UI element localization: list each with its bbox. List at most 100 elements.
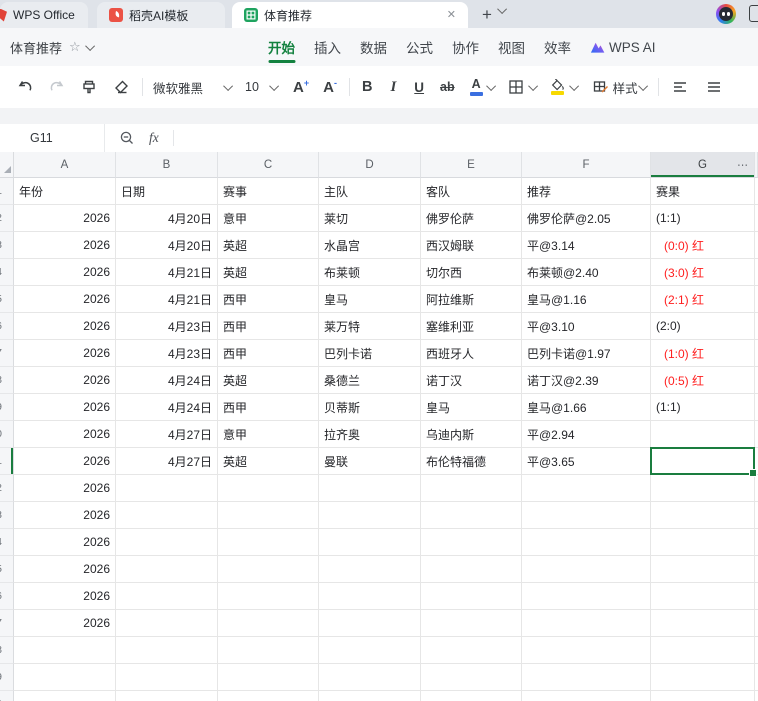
- cell-G3[interactable]: (0:0) 红: [651, 232, 755, 259]
- font-color-chevron-down-icon[interactable]: [485, 80, 496, 91]
- cell-D11[interactable]: 曼联: [319, 448, 421, 475]
- cell-G17[interactable]: [651, 610, 755, 637]
- fill-color-chevron-down-icon[interactable]: [568, 80, 579, 91]
- user-avatar[interactable]: [716, 4, 736, 24]
- cell-A10[interactable]: 2026: [14, 421, 116, 448]
- cell-G19[interactable]: [651, 664, 755, 691]
- menu-data[interactable]: 数据: [360, 28, 387, 66]
- cell-A13[interactable]: 2026: [14, 502, 116, 529]
- cell-name-box[interactable]: G11: [0, 124, 105, 152]
- row-header-12[interactable]: 12: [0, 475, 14, 502]
- strikethrough-button[interactable]: ab: [440, 80, 455, 94]
- cell-B9[interactable]: 4月24日: [116, 394, 218, 421]
- cell-A16[interactable]: 2026: [14, 583, 116, 610]
- cell-F12[interactable]: [522, 475, 651, 502]
- cell-G4[interactable]: (3:0) 红: [651, 259, 755, 286]
- cell-A12[interactable]: 2026: [14, 475, 116, 502]
- cell-E14[interactable]: [421, 529, 522, 556]
- cell-B10[interactable]: 4月27日: [116, 421, 218, 448]
- row-header-6[interactable]: 6: [0, 313, 14, 340]
- cell-G12[interactable]: [651, 475, 755, 502]
- column-header-F[interactable]: F: [522, 152, 651, 178]
- menu-wps-ai[interactable]: WPS AI: [590, 28, 656, 66]
- cell-A5[interactable]: 2026: [14, 286, 116, 313]
- font-color-button[interactable]: A: [469, 78, 483, 96]
- cell-B1[interactable]: 日期: [116, 178, 218, 205]
- cell-E5[interactable]: 阿拉维斯: [421, 286, 522, 313]
- search-icon[interactable]: [119, 130, 135, 146]
- row-header-19[interactable]: 19: [0, 664, 14, 691]
- cell-G13[interactable]: [651, 502, 755, 529]
- cell-A14[interactable]: 2026: [14, 529, 116, 556]
- cell-C14[interactable]: [218, 529, 319, 556]
- font-size-select[interactable]: 10: [245, 80, 280, 94]
- close-tab-icon[interactable]: ✕: [447, 9, 456, 21]
- cell-F4[interactable]: 布莱顿@2.40: [522, 259, 651, 286]
- cell-G20[interactable]: [651, 691, 755, 701]
- column-header-G[interactable]: G ⋯: [651, 152, 755, 178]
- menu-view[interactable]: 视图: [498, 28, 525, 66]
- cell-D20[interactable]: [319, 691, 421, 701]
- cell-F8[interactable]: 诺丁汉@2.39: [522, 367, 651, 394]
- cell-E12[interactable]: [421, 475, 522, 502]
- cell-B20[interactable]: [116, 691, 218, 701]
- cell-A6[interactable]: 2026: [14, 313, 116, 340]
- tab-list-chevron-down-icon[interactable]: [497, 1, 507, 19]
- tab-sports-sheet[interactable]: 体育推荐 ✕: [232, 2, 468, 28]
- cell-B6[interactable]: 4月23日: [116, 313, 218, 340]
- align-top-button[interactable]: [671, 78, 689, 96]
- cell-B8[interactable]: 4月24日: [116, 367, 218, 394]
- cell-B12[interactable]: [116, 475, 218, 502]
- cell-B5[interactable]: 4月21日: [116, 286, 218, 313]
- column-header-B[interactable]: B: [116, 152, 218, 178]
- column-header-E[interactable]: E: [421, 152, 522, 178]
- cell-D4[interactable]: 布莱顿: [319, 259, 421, 286]
- cell-C6[interactable]: 西甲: [218, 313, 319, 340]
- window-control-icon[interactable]: [749, 5, 758, 22]
- cell-C4[interactable]: 英超: [218, 259, 319, 286]
- cell-F7[interactable]: 巴列卡诺@1.97: [522, 340, 651, 367]
- bold-button[interactable]: B: [362, 79, 372, 95]
- cell-B2[interactable]: 4月20日: [116, 205, 218, 232]
- cell-E2[interactable]: 佛罗伦萨: [421, 205, 522, 232]
- menu-home[interactable]: 开始: [268, 28, 295, 66]
- cell-G5[interactable]: (2:1) 红: [651, 286, 755, 313]
- cell-G8[interactable]: (0:5) 红: [651, 367, 755, 394]
- cell-C13[interactable]: [218, 502, 319, 529]
- cell-A11[interactable]: 2026: [14, 448, 116, 475]
- row-header-15[interactable]: 15: [0, 556, 14, 583]
- file-menu-chevron-down-icon[interactable]: [84, 40, 95, 51]
- cell-D10[interactable]: 拉齐奥: [319, 421, 421, 448]
- row-header-18[interactable]: 18: [0, 637, 14, 664]
- cell-B19[interactable]: [116, 664, 218, 691]
- cell-D7[interactable]: 巴列卡诺: [319, 340, 421, 367]
- select-all-corner[interactable]: [0, 152, 14, 178]
- cell-C7[interactable]: 西甲: [218, 340, 319, 367]
- redo-button[interactable]: [48, 78, 66, 96]
- cell-B13[interactable]: [116, 502, 218, 529]
- cell-F6[interactable]: 平@3.10: [522, 313, 651, 340]
- menu-collaborate[interactable]: 协作: [452, 28, 479, 66]
- row-header-11[interactable]: 11: [0, 448, 14, 475]
- cell-D14[interactable]: [319, 529, 421, 556]
- row-header-1[interactable]: 1: [0, 178, 14, 205]
- cell-F2[interactable]: 佛罗伦萨@2.05: [522, 205, 651, 232]
- cell-G14[interactable]: [651, 529, 755, 556]
- column-header-D[interactable]: D: [319, 152, 421, 178]
- cell-B4[interactable]: 4月21日: [116, 259, 218, 286]
- cell-C3[interactable]: 英超: [218, 232, 319, 259]
- cell-F9[interactable]: 皇马@1.66: [522, 394, 651, 421]
- cell-D8[interactable]: 桑德兰: [319, 367, 421, 394]
- menu-insert[interactable]: 插入: [314, 28, 341, 66]
- cell-A9[interactable]: 2026: [14, 394, 116, 421]
- cell-B16[interactable]: [116, 583, 218, 610]
- cell-A2[interactable]: 2026: [14, 205, 116, 232]
- row-header-8[interactable]: 8: [0, 367, 14, 394]
- row-header-20[interactable]: 20: [0, 691, 14, 701]
- cell-G1[interactable]: 赛果: [651, 178, 755, 205]
- cell-D2[interactable]: 莱切: [319, 205, 421, 232]
- tab-wps-office[interactable]: WPS Office: [0, 2, 88, 28]
- cell-B17[interactable]: [116, 610, 218, 637]
- menu-efficiency[interactable]: 效率: [544, 28, 571, 66]
- cell-E10[interactable]: 乌迪内斯: [421, 421, 522, 448]
